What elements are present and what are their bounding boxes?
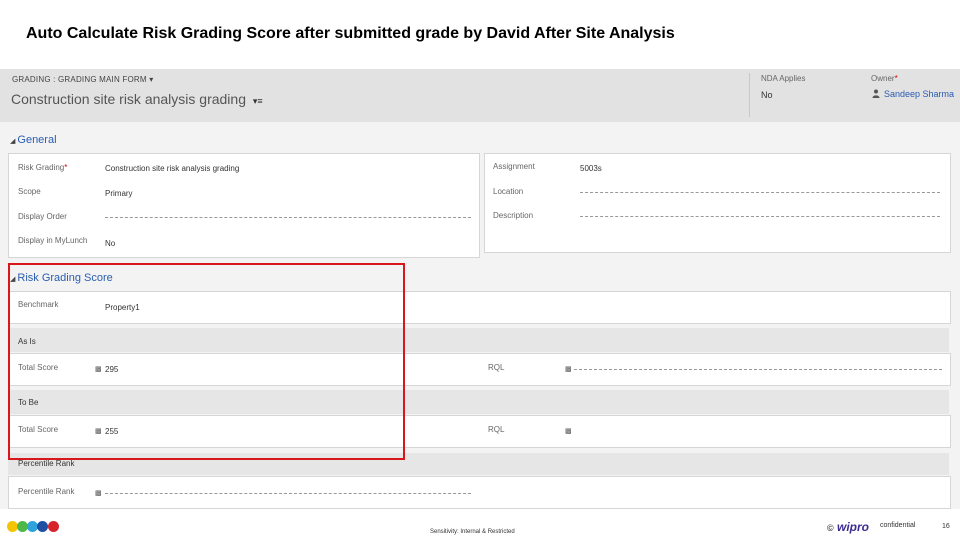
general-right-panel: Assignment 5003s Location Description (484, 153, 951, 253)
sensitivity-label: Sensitivity: Internal & Restricted (430, 529, 515, 535)
copyright-icon: © (827, 523, 834, 533)
breadcrumb[interactable]: GRADING : GRADING MAIN FORM ▾ (12, 75, 153, 84)
crm-form: GRADING : GRADING MAIN FORM ▾ Constructi… (0, 69, 960, 509)
owner-link[interactable]: Sandeep Sharma (884, 89, 954, 99)
breadcrumb-text: GRADING : GRADING MAIN FORM (12, 75, 147, 84)
collapse-arrow-icon[interactable]: ◢ (10, 138, 15, 145)
required-mark: * (894, 74, 898, 83)
lock-icon: ▩ (95, 490, 102, 497)
page-number: 16 (942, 523, 950, 530)
list-menu-icon[interactable]: ▾≡ (253, 96, 263, 106)
general-left-panel: Risk Grading* Construction site risk ana… (8, 153, 480, 258)
lock-icon: ▩ (565, 366, 572, 373)
percentile-rank-field (105, 493, 471, 494)
record-title-text: Construction site risk analysis grading (11, 91, 246, 107)
description-field[interactable] (580, 216, 940, 217)
wipro-logo-text: wipro (836, 520, 869, 534)
required-mark: * (64, 163, 68, 172)
wipro-logo: © wipro (827, 520, 869, 534)
brand-dot (48, 521, 59, 532)
risk-grading-value[interactable]: Construction site risk analysis grading (105, 164, 239, 173)
as-is-rql-label: RQL (488, 363, 505, 372)
assignment-value[interactable]: 5003s (580, 164, 602, 173)
nda-applies-value[interactable]: No (761, 90, 773, 100)
chevron-down-icon[interactable]: ▾ (149, 75, 153, 84)
lock-icon: ▩ (565, 428, 572, 435)
general-section-header[interactable]: ◢ General (10, 134, 57, 146)
location-label: Location (493, 187, 524, 196)
general-heading: General (17, 134, 57, 146)
record-title: Construction site risk analysis grading … (11, 91, 263, 107)
form-header: GRADING : GRADING MAIN FORM ▾ Constructi… (0, 69, 960, 122)
to-be-rql-label: RQL (488, 425, 505, 434)
percentile-heading: Percentile Rank (18, 459, 75, 468)
assignment-label: Assignment (493, 162, 535, 171)
location-field[interactable] (580, 192, 940, 193)
scope-label: Scope (18, 187, 41, 196)
owner-label: Owner* (871, 74, 898, 83)
scope-value[interactable]: Primary (105, 189, 133, 198)
header-divider (749, 73, 750, 117)
display-order-field[interactable] (105, 217, 471, 218)
highlight-box (8, 263, 405, 460)
owner-label-text: Owner (871, 74, 895, 83)
percentile-panel: Percentile Rank ▩ (8, 476, 951, 509)
display-in-mylunch-value[interactable]: No (105, 239, 115, 248)
slide-title: Auto Calculate Risk Grading Score after … (26, 25, 675, 42)
nda-applies-label: NDA Applies (761, 74, 806, 83)
as-is-rql-field (574, 369, 942, 370)
user-icon (872, 89, 880, 98)
display-in-mylunch-label: Display in MyLunch (18, 236, 88, 245)
owner-value[interactable]: Sandeep Sharma (872, 89, 954, 99)
display-order-label: Display Order (18, 212, 67, 221)
confidential-label: confidential (880, 522, 916, 529)
risk-grading-label-text: Risk Grading (18, 163, 65, 172)
percentile-rank-label: Percentile Rank (18, 487, 75, 496)
brand-dot (37, 521, 48, 532)
description-label: Description (493, 211, 534, 220)
risk-grading-label: Risk Grading* (18, 163, 67, 172)
